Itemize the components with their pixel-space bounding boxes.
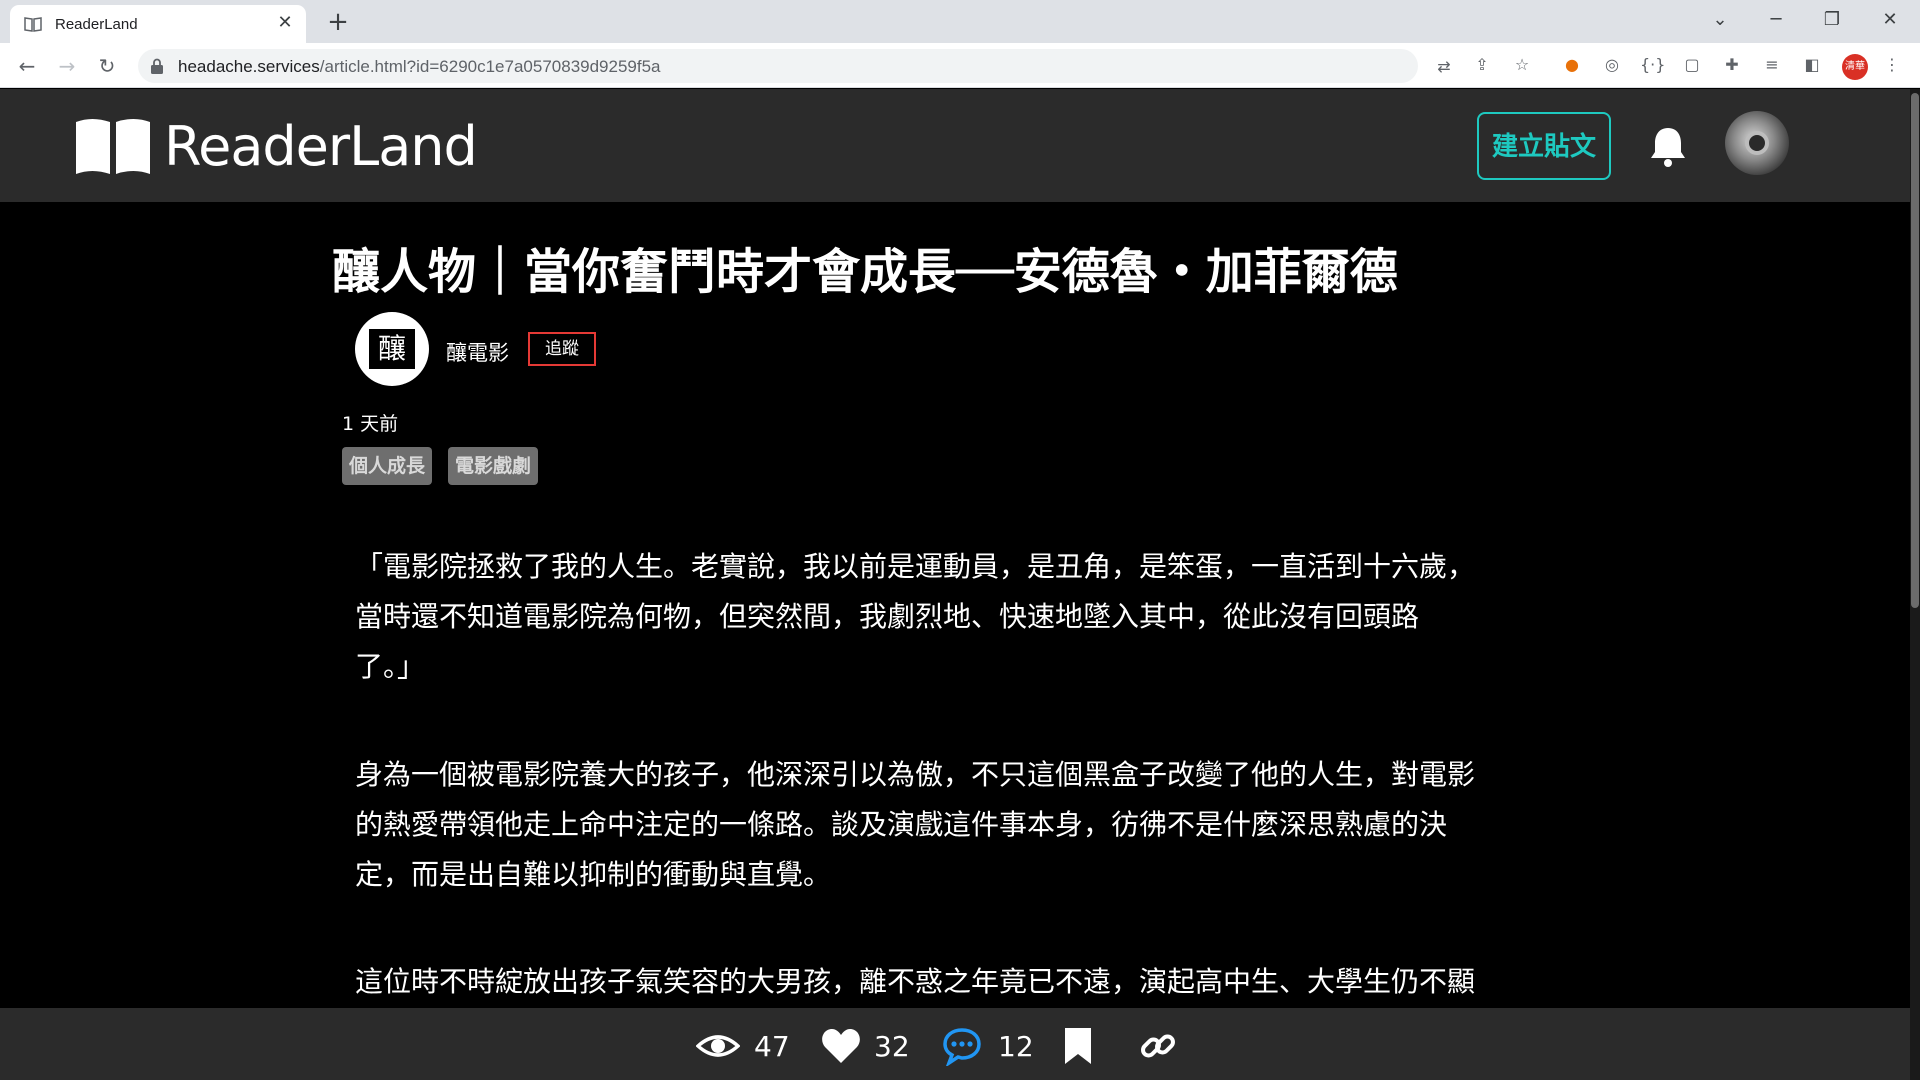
reload-button[interactable]: ↻ bbox=[92, 51, 122, 81]
author-avatar-glyph: 釀 bbox=[369, 329, 415, 369]
tab-title: ReaderLand bbox=[55, 16, 138, 33]
address-bar[interactable]: headache.services/article.html?id=6290c1… bbox=[138, 49, 1451, 83]
paragraph-line: 「電影院拯救了我的人生。老實說，我以前是運動員，是丑角，是笨蛋，一直活到十六歲， bbox=[355, 550, 1476, 583]
side-panel-icon[interactable]: ◧ bbox=[1800, 53, 1824, 77]
bell-icon[interactable] bbox=[1648, 124, 1688, 168]
translate-icon[interactable]: ⇄ bbox=[1434, 57, 1454, 77]
article-action-bar: 47 32 12 bbox=[0, 1008, 1910, 1080]
url-host: headache.services bbox=[178, 57, 320, 76]
views-count: 47 bbox=[754, 1030, 790, 1063]
tag-chip[interactable]: 個人成長 bbox=[342, 447, 433, 485]
tab-search-icon[interactable]: ⌄ bbox=[1700, 2, 1740, 38]
create-post-button[interactable]: 建立貼文 bbox=[1477, 112, 1611, 180]
paragraph-line: 當時還不知道電影院為何物，但突然間，我劇烈地、快速地墜入其中，從此沒有回頭路 bbox=[355, 600, 1420, 633]
author-avatar[interactable]: 釀 bbox=[355, 312, 429, 386]
follow-button[interactable]: 追蹤 bbox=[528, 332, 596, 366]
forward-button[interactable]: → bbox=[52, 51, 82, 81]
extension-icon[interactable]: ◎ bbox=[1600, 53, 1624, 77]
comment-bubble-icon bbox=[943, 1028, 981, 1066]
extension-box-icon[interactable]: ▢ bbox=[1680, 53, 1704, 77]
window-close-button[interactable]: ✕ bbox=[1870, 2, 1910, 38]
tag-chip[interactable]: 電影戲劇 bbox=[448, 447, 539, 485]
paragraph-line: 這位時不時綻放出孩子氣笑容的大男孩，離不惑之年竟已不遠，演起高中生、大學生仍不顯 bbox=[355, 965, 1476, 998]
article-paragraph: 這位時不時綻放出孩子氣笑容的大男孩，離不惑之年竟已不遠，演起高中生、大學生仍不顯 bbox=[355, 957, 1555, 1007]
book-icon bbox=[24, 17, 42, 32]
link-icon bbox=[1141, 1034, 1175, 1058]
profile-avatar[interactable]: 清華 bbox=[1842, 54, 1868, 80]
likes-count: 32 bbox=[874, 1030, 910, 1063]
paragraph-line: 身為一個被電影院養大的孩子，他深深引以為傲，不只這個黑盒子改變了他的人生，對電影 bbox=[355, 758, 1476, 791]
close-tab-icon[interactable]: ✕ bbox=[274, 12, 296, 34]
url-text: headache.services/article.html?id=6290c1… bbox=[178, 57, 661, 77]
extension-code-icon[interactable]: {·} bbox=[1640, 53, 1665, 77]
article-title: 釀人物｜當你奮鬥時才會成長──安德魯・加菲爾德 bbox=[332, 244, 1398, 300]
browser-tab-bar: ReaderLand ✕ + ⌄ ─ ❐ ✕ bbox=[0, 0, 1920, 43]
minimize-button[interactable]: ─ bbox=[1756, 2, 1796, 38]
eye-icon bbox=[696, 1035, 740, 1057]
author-name[interactable]: 釀電影 bbox=[446, 337, 509, 367]
article-paragraph: 「電影院拯救了我的人生。老實說，我以前是運動員，是丑角，是笨蛋，一直活到十六歲，… bbox=[355, 542, 1555, 692]
browser-toolbar: ← → ↻ headache.services/article.html?id=… bbox=[0, 43, 1920, 88]
reading-list-icon[interactable]: ≡ bbox=[1760, 53, 1784, 77]
page-scrollbar-thumb[interactable] bbox=[1911, 93, 1919, 608]
comments-count: 12 bbox=[998, 1030, 1034, 1063]
puzzle-icon[interactable]: ✚ bbox=[1720, 53, 1744, 77]
extension-badge-icon[interactable]: ● bbox=[1560, 53, 1584, 77]
heart-icon bbox=[822, 1029, 860, 1063]
back-button[interactable]: ← bbox=[12, 51, 42, 81]
restore-button[interactable]: ❐ bbox=[1812, 2, 1852, 38]
menu-dots-icon[interactable]: ⋮ bbox=[1880, 53, 1904, 77]
bookmark-star-icon[interactable]: ☆ bbox=[1510, 53, 1534, 77]
views-stat: 47 bbox=[696, 1026, 796, 1066]
share-icon[interactable]: ⇪ bbox=[1470, 53, 1494, 77]
bookmark-button[interactable] bbox=[1062, 1026, 1096, 1066]
user-avatar[interactable] bbox=[1725, 111, 1789, 175]
avatar-graphic bbox=[1745, 131, 1769, 155]
site-logo-text[interactable]: ReaderLand bbox=[164, 115, 478, 178]
comment-button[interactable]: 12 bbox=[942, 1026, 1042, 1066]
copy-link-button[interactable] bbox=[1138, 1026, 1178, 1066]
article-paragraph: 身為一個被電影院養大的孩子，他深深引以為傲，不只這個黑盒子改變了他的人生，對電影… bbox=[355, 750, 1555, 900]
like-button[interactable]: 32 bbox=[820, 1026, 920, 1066]
paragraph-line: 的熱愛帶領他走上命中注定的一條路。談及演戲這件事本身，彷彿不是什麼深思熟慮的決 bbox=[355, 808, 1448, 841]
url-path: /article.html?id=6290c1e7a0570839d9259f5… bbox=[319, 57, 661, 76]
new-tab-button[interactable]: + bbox=[323, 7, 353, 37]
paragraph-line: 了。」 bbox=[355, 650, 426, 683]
browser-tab[interactable]: ReaderLand ✕ bbox=[10, 5, 306, 43]
site-header: ReaderLand 建立貼文 bbox=[0, 89, 1910, 202]
paragraph-line: 定，而是出自難以抑制的衝動與直覺。 bbox=[355, 858, 832, 891]
bookmark-icon bbox=[1065, 1028, 1091, 1064]
post-timestamp: 1 天前 bbox=[342, 413, 399, 435]
lock-icon bbox=[151, 58, 163, 74]
open-book-logo-icon[interactable] bbox=[74, 116, 152, 174]
